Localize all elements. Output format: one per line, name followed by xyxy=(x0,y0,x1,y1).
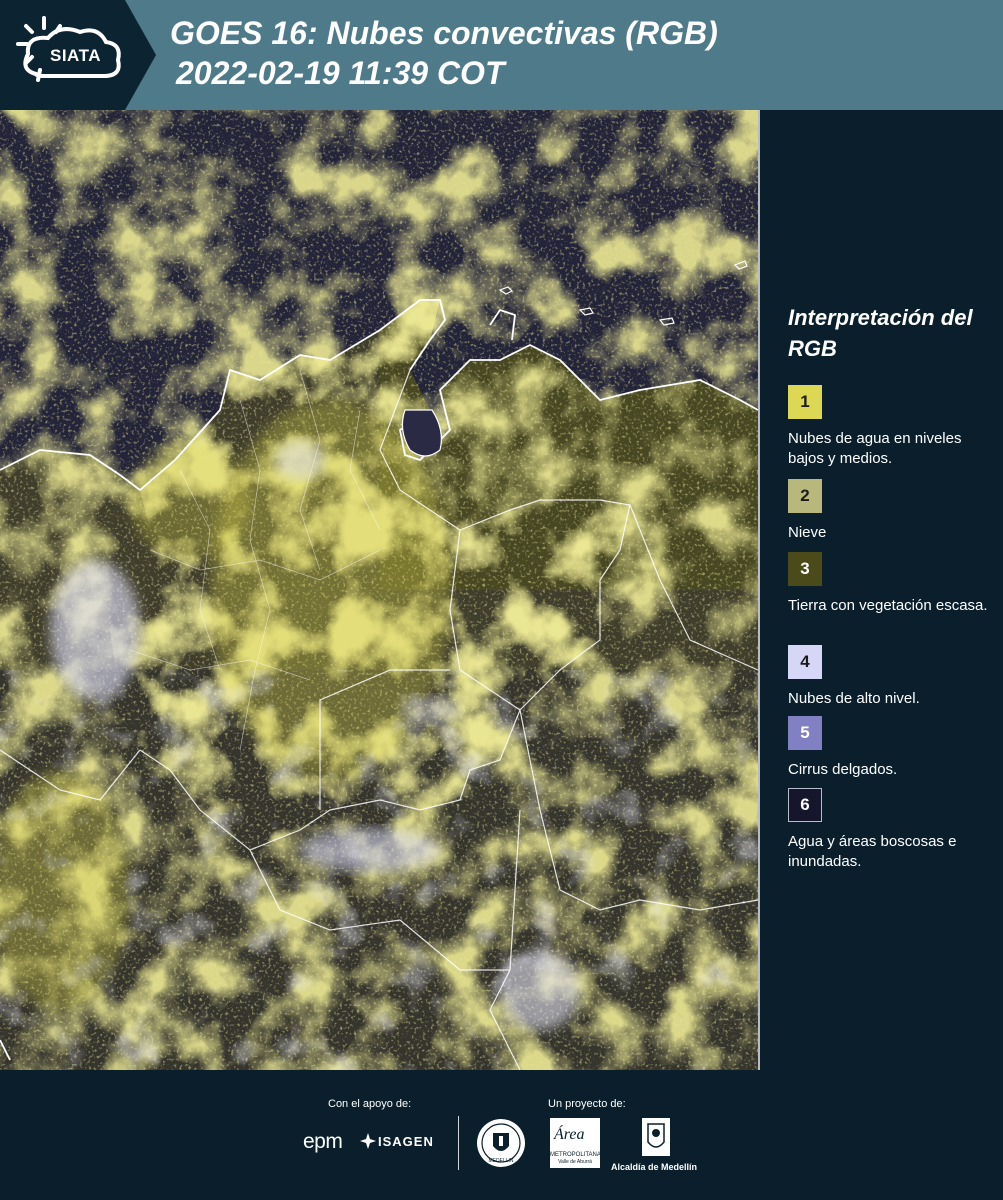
siata-logo[interactable]: SIATA xyxy=(0,0,156,110)
area-logo-line2: Valle de Aburrá xyxy=(558,1159,592,1165)
area-logo-line1: METROPOLITANA xyxy=(550,1152,601,1158)
page-title: GOES 16: Nubes convectivas (RGB) xyxy=(170,15,718,51)
legend-label: Agua y áreas boscosas e inundadas. xyxy=(788,833,957,870)
rgb-legend-panel: Interpretación del RGB 1 Nubes de agua e… xyxy=(760,110,1003,1070)
header-banner: SIATA GOES 16: Nubes convectivas (RGB) 2… xyxy=(0,0,1003,110)
satellite-map-svg xyxy=(0,110,758,1070)
legend-item-snow: 2 Nieve xyxy=(788,479,988,543)
alcaldia-logo-text: Alcaldía de Medellín xyxy=(611,1162,698,1172)
legend-label: Tierra con vegetación escasa. xyxy=(788,597,988,614)
legend-label: Nubes de alto nivel. xyxy=(788,690,920,707)
medellin-seal-text: MEDELLIN xyxy=(488,1158,514,1164)
legend-swatch: 6 xyxy=(788,788,822,822)
legend-item-high-clouds: 4 Nubes de alto nivel. xyxy=(788,645,988,709)
legend-swatch: 5 xyxy=(788,716,822,750)
legend-item-low-clouds: 1 Nubes de agua en niveles bajos y medio… xyxy=(788,385,988,469)
legend-swatch: 2 xyxy=(788,479,822,513)
legend-label: Nubes de agua en niveles bajos y medios. xyxy=(788,430,962,467)
isagen-logo[interactable]: ISAGEN xyxy=(378,1134,434,1149)
legend-item-bare-land: 3 Tierra con vegetación escasa. xyxy=(788,552,988,616)
legend-label: Cirrus delgados. xyxy=(788,761,898,778)
legend-label: Nieve xyxy=(788,524,827,541)
project-caption: Un proyecto de: xyxy=(548,1098,626,1110)
legend-title: Interpretación del RGB xyxy=(788,305,973,361)
isagen-star-icon xyxy=(360,1133,376,1149)
satellite-map[interactable] xyxy=(0,110,760,1070)
legend-swatch: 3 xyxy=(788,552,822,586)
support-caption: Con el apoyo de: xyxy=(328,1098,412,1110)
epm-logo[interactable]: epm xyxy=(303,1130,343,1154)
area-logo-script: Área xyxy=(554,1126,585,1143)
legend-item-water-forest: 6 Agua y áreas boscosas e inundadas. xyxy=(788,788,988,872)
footer: Con el apoyo de: Un proyecto de: epm ISA… xyxy=(0,1070,1003,1200)
legend-item-thin-cirrus: 5 Cirrus delgados. xyxy=(788,716,988,780)
siata-logo-text: SIATA xyxy=(50,46,101,65)
legend-swatch: 1 xyxy=(788,385,822,419)
alcaldia-shield-icon[interactable] xyxy=(640,1116,672,1158)
page-timestamp: 2022-02-19 11:39 COT xyxy=(176,55,505,91)
legend-swatch: 4 xyxy=(788,645,822,679)
footer-divider xyxy=(458,1116,459,1170)
